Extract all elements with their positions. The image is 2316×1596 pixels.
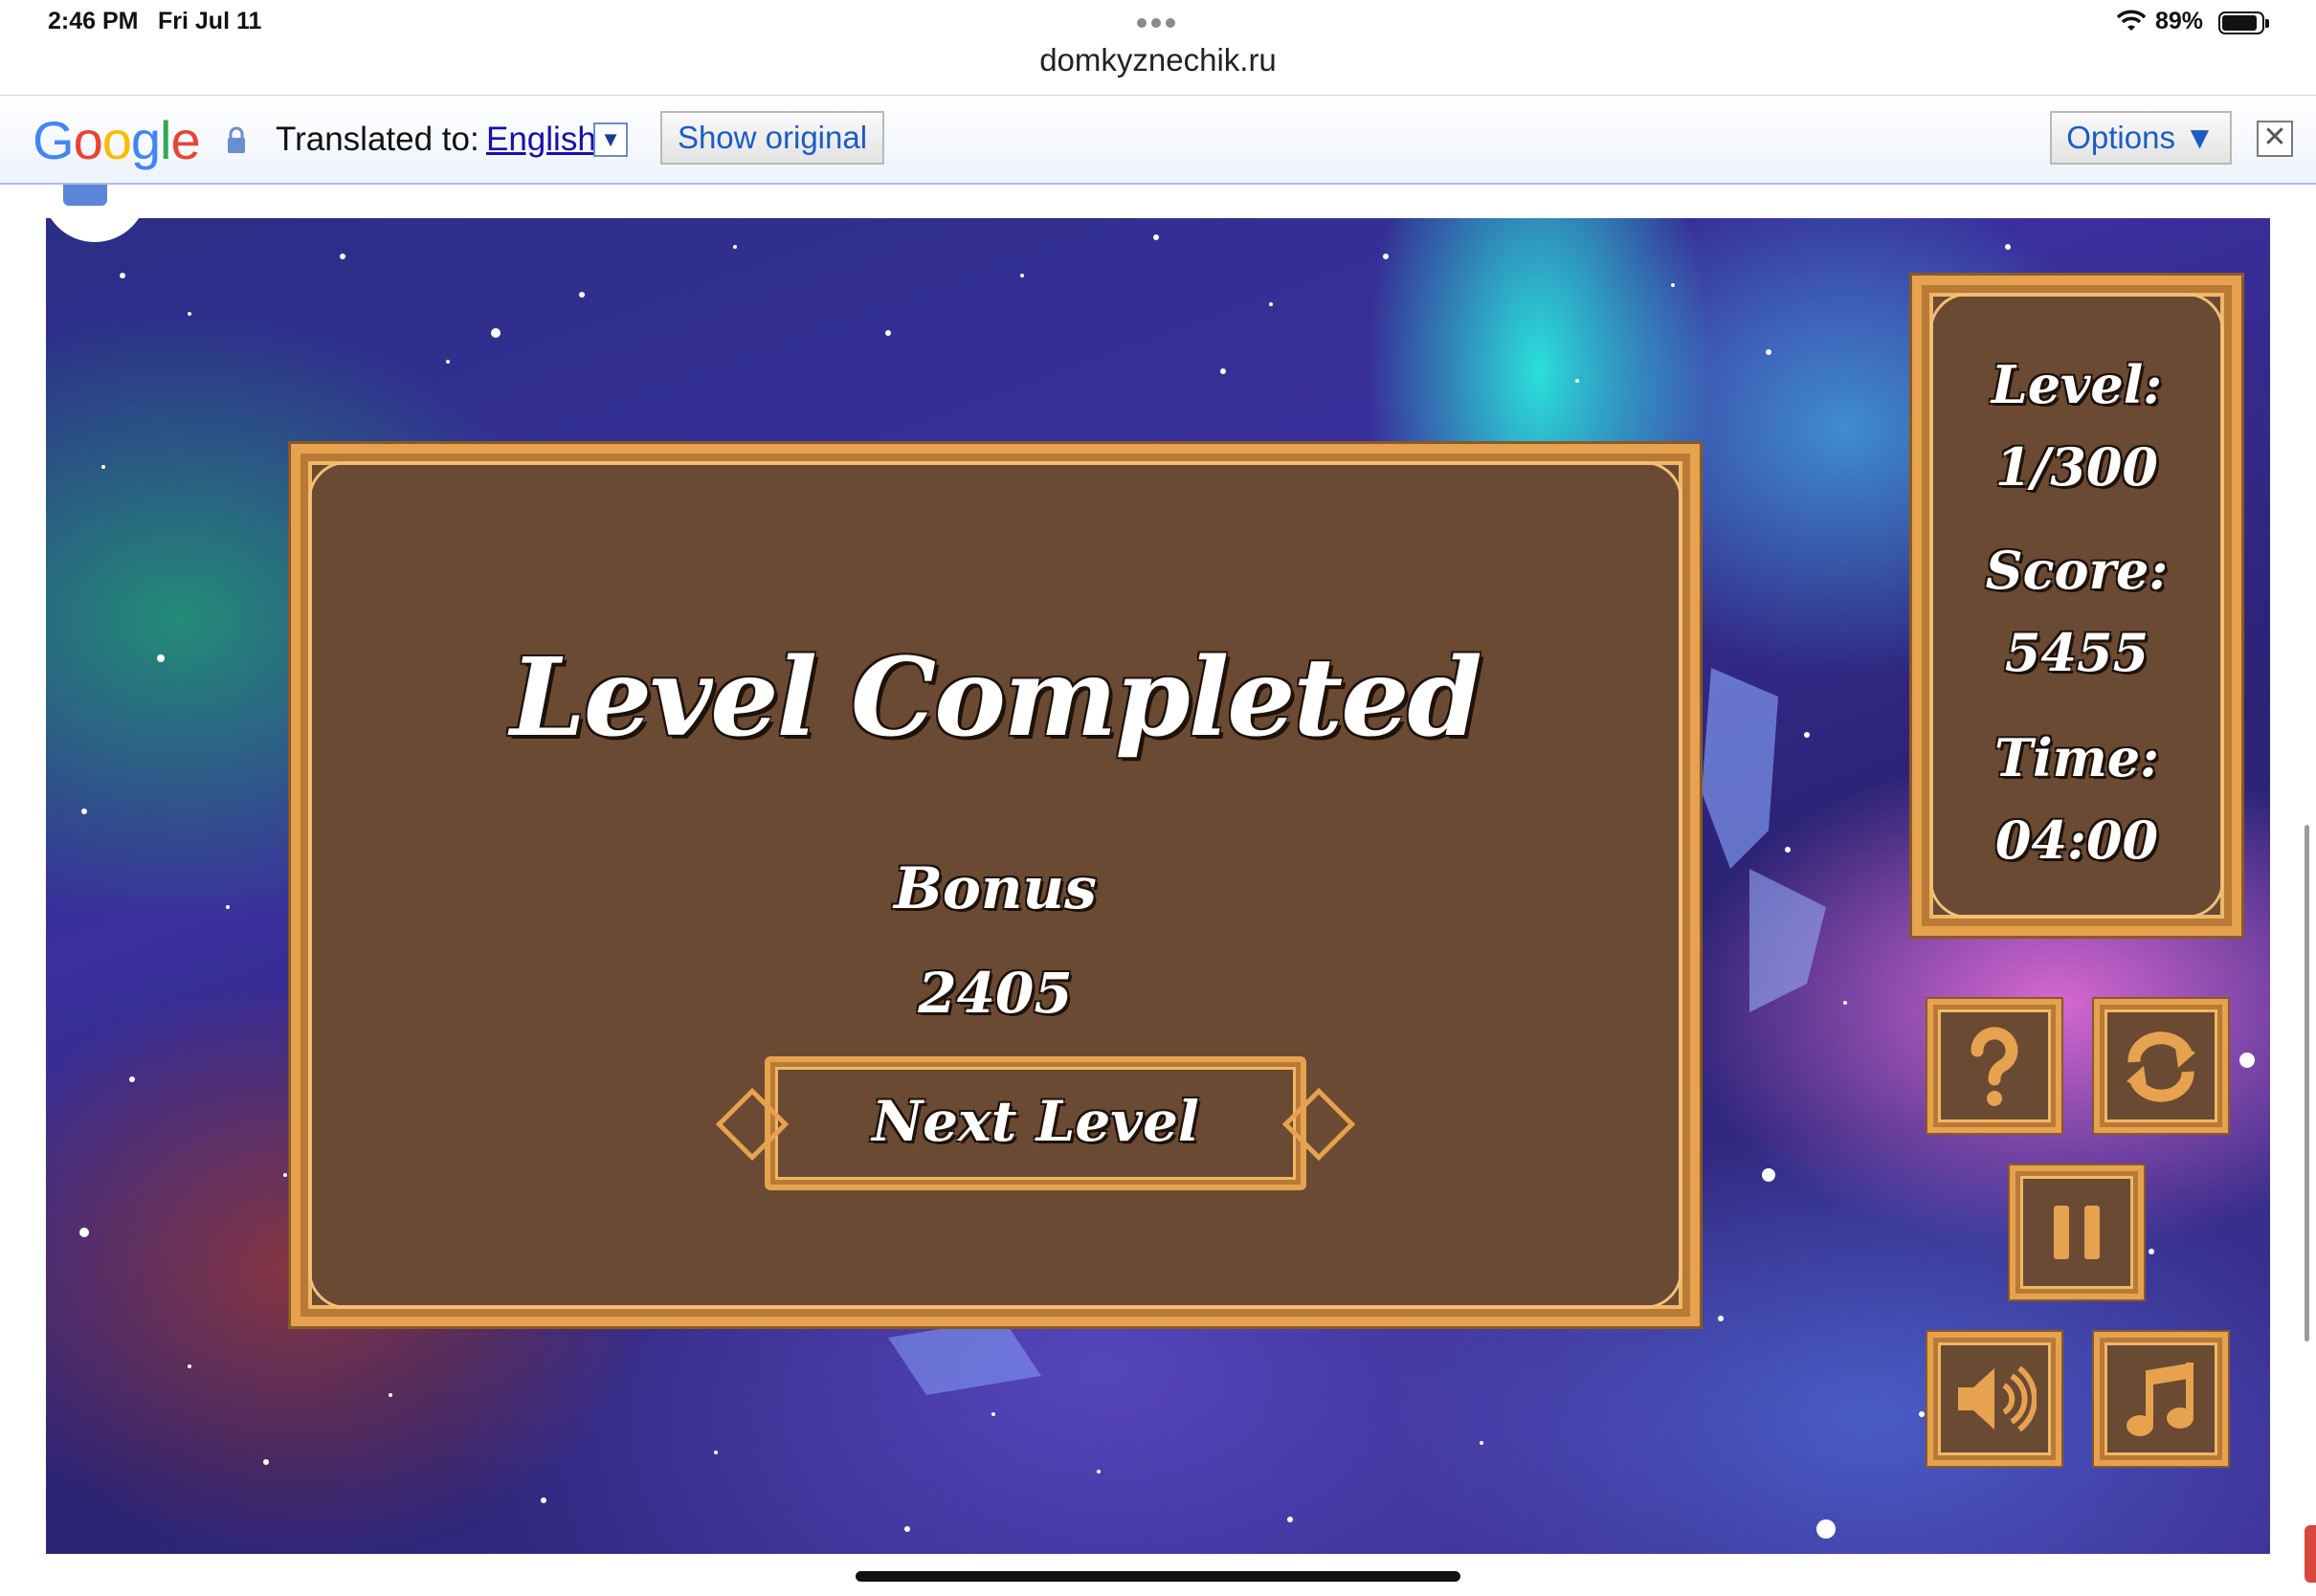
status-date: Fri Jul 11 bbox=[158, 8, 262, 34]
url-bar[interactable]: domkyznechik.ru bbox=[0, 42, 2316, 78]
help-button[interactable] bbox=[1927, 999, 2061, 1133]
question-icon bbox=[1971, 1027, 2018, 1106]
language-link[interactable]: English bbox=[486, 121, 596, 159]
level-completed-dialog: Level Completed Bonus 2405 Next Level bbox=[291, 444, 1700, 1326]
scrollbar[interactable] bbox=[2305, 825, 2309, 1341]
next-level-label: Next Level bbox=[872, 1089, 1199, 1154]
level-label: Level: bbox=[1991, 354, 2163, 415]
side-tab[interactable] bbox=[2305, 1525, 2316, 1583]
battery-percent: 89% bbox=[2155, 8, 2204, 34]
options-button[interactable]: Options ▼ bbox=[2050, 111, 2232, 165]
music-button[interactable] bbox=[2094, 1332, 2228, 1466]
bonus-label: Bonus bbox=[894, 855, 1097, 922]
time-value: 04:00 bbox=[1994, 809, 2159, 871]
lock-icon bbox=[228, 126, 245, 153]
music-note-icon bbox=[2127, 1363, 2194, 1436]
wifi-icon bbox=[2117, 10, 2146, 31]
close-icon[interactable]: ✕ bbox=[2257, 121, 2293, 157]
status-time: 2:46 PM bbox=[48, 8, 139, 34]
refresh-icon bbox=[2127, 1031, 2195, 1102]
pause-icon bbox=[2054, 1206, 2100, 1259]
ornament-right-icon bbox=[1281, 1087, 1356, 1162]
battery-icon bbox=[2218, 11, 2269, 34]
translate-bar: Google Translated to: English ▼ Show ori… bbox=[0, 95, 2316, 185]
bonus-value: 2405 bbox=[918, 961, 1073, 1026]
language-dropdown-icon[interactable]: ▼ bbox=[593, 122, 628, 157]
home-indicator[interactable] bbox=[856, 1571, 1460, 1582]
multitasking-dots-icon[interactable] bbox=[1137, 15, 1181, 28]
pause-button[interactable] bbox=[2010, 1165, 2144, 1299]
translated-to-label: Translated to: bbox=[276, 121, 479, 158]
time-label: Time: bbox=[1993, 727, 2160, 788]
dialog-title: Level Completed bbox=[510, 635, 1482, 761]
next-level-button[interactable]: Next Level bbox=[715, 1056, 1356, 1190]
google-logo: Google bbox=[33, 110, 201, 170]
restart-button[interactable] bbox=[2094, 999, 2228, 1133]
score-value: 5455 bbox=[2004, 622, 2149, 683]
show-original-button[interactable]: Show original bbox=[660, 111, 884, 165]
level-value: 1/300 bbox=[1994, 436, 2158, 498]
ornament-left-icon bbox=[715, 1087, 790, 1162]
score-label: Score: bbox=[1985, 540, 2169, 601]
speaker-icon bbox=[1958, 1365, 2037, 1432]
status-bar: 2:46 PM Fri Jul 11 89% bbox=[0, 0, 2316, 46]
game-canvas[interactable]: Level Completed Bonus 2405 Next Level Le… bbox=[46, 218, 2270, 1554]
sound-button[interactable] bbox=[1927, 1332, 2061, 1466]
stats-panel: Level: 1/300 Score: 5455 Time: 04:00 bbox=[1912, 276, 2241, 936]
chat-icon bbox=[63, 185, 107, 206]
